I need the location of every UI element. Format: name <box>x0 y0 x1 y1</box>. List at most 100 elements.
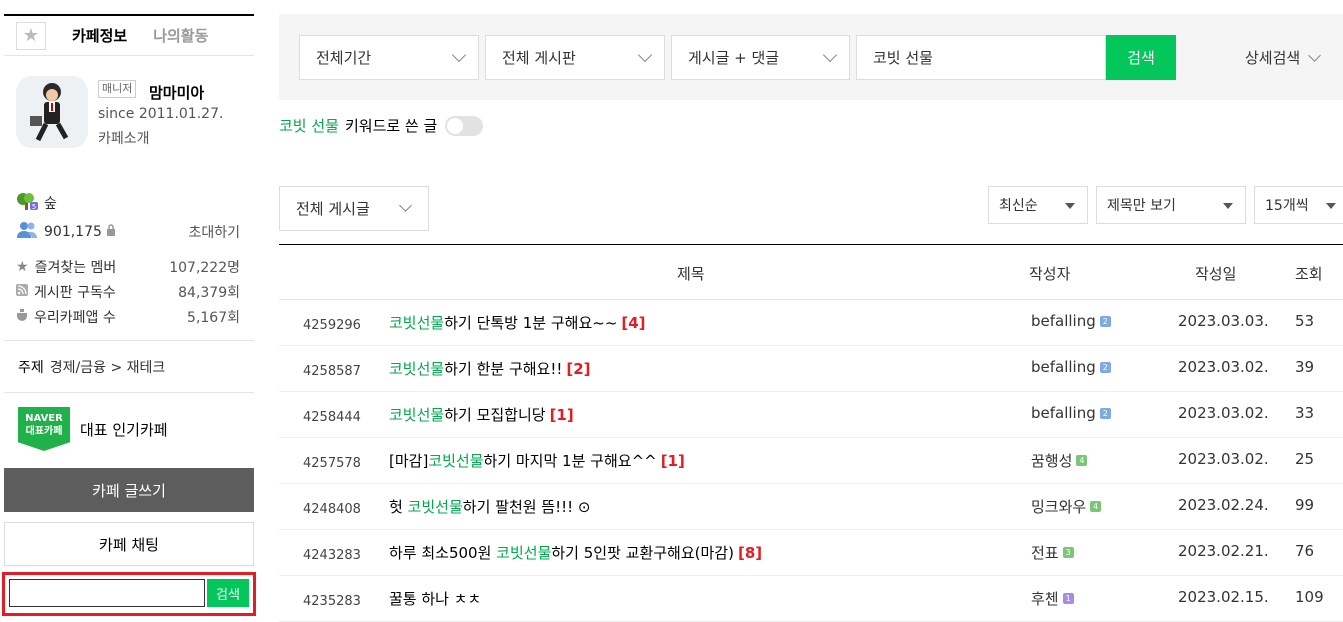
post-author[interactable]: 꿈행성 4 <box>1031 450 1088 471</box>
period-value: 전체기간 <box>316 49 372 67</box>
chevron-down-icon <box>451 47 467 63</box>
sort-value: 최신순 <box>999 198 1038 214</box>
author-name: 꿈행성 <box>1031 452 1073 470</box>
post-views: 25 <box>1295 450 1315 468</box>
comment-count[interactable]: [4] <box>621 314 645 332</box>
detail-search-toggle[interactable]: 상세검색 <box>1245 47 1322 68</box>
star-icon: ★ <box>16 259 29 275</box>
title-keyword: 코빗선물 <box>407 498 463 516</box>
post-number: 4259296 <box>303 318 361 333</box>
manager-nickname[interactable]: 맘마미아 <box>149 82 204 103</box>
sort-select[interactable]: 최신순 <box>988 186 1088 224</box>
search-button[interactable]: 검색 <box>1106 35 1176 80</box>
header-views: 조회 <box>1295 265 1323 283</box>
post-title-link[interactable]: [마감]코빗선물하기 마지막 1분 구해요^^ [1] <box>389 450 685 471</box>
post-title-link[interactable]: 꿀통 하나 ㅊㅊ <box>389 588 481 609</box>
sidebar-search-input[interactable] <box>9 579 205 607</box>
post-views: 39 <box>1295 358 1315 376</box>
title-prefix: 하루 최소500원 <box>389 544 497 562</box>
post-author[interactable]: befalling 2 <box>1031 404 1111 422</box>
manager-badge: 매니저 <box>98 80 137 98</box>
toggle-keyword: 코빗 선물 <box>279 117 339 135</box>
stat-label: 즐겨찾는 멤버 <box>34 260 117 276</box>
post-title-link[interactable]: 코빗선물하기 한분 구해요!! [2] <box>389 358 591 379</box>
title-prefix: [마감] <box>389 452 429 470</box>
table-row[interactable]: 4258587 코빗선물하기 한분 구해요!! [2] befalling 2 2023.… <box>279 346 1343 392</box>
member-count[interactable]: 901,175 <box>44 224 102 240</box>
comment-count[interactable]: [1] <box>661 452 685 470</box>
title-prefix: 헛 <box>389 498 408 516</box>
stat-value: 84,379회 <box>178 285 240 301</box>
board-select[interactable]: 전체 게시판 <box>485 35 665 80</box>
table-row[interactable]: 4243283 하루 최소500원 코빗선물하기 5인팟 교환구해요(마감) [8]… <box>279 530 1343 576</box>
table-row[interactable]: 4258444 코빗선물하기 모집합니당 [1] befalling 2 2023.03.… <box>279 392 1343 438</box>
chevron-down-icon <box>822 47 838 63</box>
post-views: 109 <box>1295 588 1324 606</box>
author-name: 밍크와우 <box>1031 498 1087 516</box>
dropdown-arrow-icon <box>1223 203 1233 209</box>
chevron-down-icon <box>637 47 653 63</box>
title-keyword: 코빗선물 <box>389 360 445 378</box>
stat-value: 107,222명 <box>169 260 240 276</box>
author-name: befalling <box>1031 404 1096 422</box>
post-title-link[interactable]: 하루 최소500원 코빗선물하기 5인팟 교환구해요(마감) [8] <box>389 542 762 563</box>
comment-count[interactable]: [1] <box>550 406 574 424</box>
cafe-intro-link[interactable]: 카페소개 <box>98 128 150 148</box>
member-level-icon: 3 <box>1062 547 1074 558</box>
table-row[interactable]: 4259296 코빗선물하기 단톡방 1분 구해요~~ [4] befalling 2 2… <box>279 300 1343 346</box>
stat-favorite-members: ★ 즐겨찾는 멤버 107,222명 <box>16 257 240 277</box>
author-name: 전표 <box>1031 544 1059 562</box>
cafe-topic: 주제 경제/금융 > 재테크 <box>4 341 254 393</box>
scope-select[interactable]: 게시글 + 댓글 <box>671 35 850 80</box>
sidebar-search-button[interactable]: 검색 <box>207 579 249 607</box>
table-body: 4259296 코빗선물하기 단톡방 1분 구해요~~ [4] befalling 2 2… <box>279 300 1343 622</box>
avatar[interactable] <box>16 76 88 148</box>
post-author[interactable]: 전표 3 <box>1031 542 1074 563</box>
post-title-link[interactable]: 코빗선물하기 모집합니당 [1] <box>389 404 574 425</box>
topic-value[interactable]: 경제/금융 > 재테크 <box>50 357 166 377</box>
naver-representative-cafe[interactable]: NAVER 대표카페 대표 인기카페 <box>4 393 254 465</box>
table-row[interactable]: 4248408 헛 코빗선물하기 팔천원 뜸!!! ⊙ 밍크와우 4 2023.02.2… <box>279 484 1343 530</box>
comment-count[interactable]: [8] <box>738 544 762 562</box>
lock-icon <box>106 224 116 240</box>
post-date: 2023.02.15. <box>1178 588 1269 606</box>
stat-label: 게시판 구독수 <box>34 285 116 301</box>
post-title-link[interactable]: 헛 코빗선물하기 팔천원 뜸!!! ⊙ <box>389 496 591 517</box>
table-row[interactable]: 4257578 [마감]코빗선물하기 마지막 1분 구해요^^ [1] 꿈행성 4 202… <box>279 438 1343 484</box>
chevron-down-icon <box>1308 49 1322 62</box>
comment-count[interactable]: [2] <box>566 360 590 378</box>
keyword-input[interactable]: 코빗 선물 <box>856 35 1106 80</box>
post-author[interactable]: befalling 2 <box>1031 312 1111 330</box>
post-date: 2023.02.24. <box>1178 496 1269 514</box>
dropdown-arrow-icon <box>1065 203 1075 209</box>
cafe-chat-button[interactable]: 카페 채팅 <box>4 522 254 566</box>
cafe-write-button[interactable]: 카페 글쓰기 <box>4 468 254 512</box>
post-type-filter[interactable]: 전체 게시글 <box>279 186 429 231</box>
header-date: 작성일 <box>1195 265 1237 283</box>
table-row[interactable]: 4235283 꿀통 하나 ㅊㅊ 후첸 1 2023.02.15. 109 <box>279 576 1343 622</box>
post-author[interactable]: befalling 2 <box>1031 358 1111 376</box>
chevron-down-icon <box>399 199 412 212</box>
post-number: 4248408 <box>303 502 361 517</box>
stat-label: 우리카페앱 수 <box>34 310 116 326</box>
badge-line1: NAVER <box>25 413 63 424</box>
since-date: since 2011.01.27. <box>98 106 224 122</box>
post-author[interactable]: 밍크와우 4 <box>1031 496 1102 517</box>
period-select[interactable]: 전체기간 <box>299 35 479 80</box>
keyword-posts-toggle[interactable] <box>445 115 484 136</box>
title-suffix: 하기 모집합니당 <box>444 406 546 424</box>
view-mode-value: 제목만 보기 <box>1107 198 1176 214</box>
tab-cafe-info[interactable]: 카페정보 <box>72 25 127 46</box>
post-number: 4235283 <box>303 594 361 609</box>
post-title-link[interactable]: 코빗선물하기 단톡방 1분 구해요~~ [4] <box>389 312 646 333</box>
invite-link[interactable]: 초대하기 <box>188 222 240 242</box>
per-page-select[interactable]: 15개씩 <box>1254 186 1343 224</box>
post-author[interactable]: 후첸 1 <box>1031 588 1074 609</box>
favorite-star-icon[interactable]: ★ <box>16 21 46 50</box>
post-views: 33 <box>1295 404 1315 422</box>
member-level-icon: 4 <box>1076 455 1088 466</box>
view-mode-select[interactable]: 제목만 보기 <box>1096 186 1246 224</box>
cafe-stats: 5 숲 901,175 초대하기 ★ 즐겨찾는 멤버 107,222명 게시판 … <box>4 179 254 341</box>
tab-my-activity[interactable]: 나의활동 <box>153 25 208 46</box>
header-title: 제목 <box>677 265 705 283</box>
